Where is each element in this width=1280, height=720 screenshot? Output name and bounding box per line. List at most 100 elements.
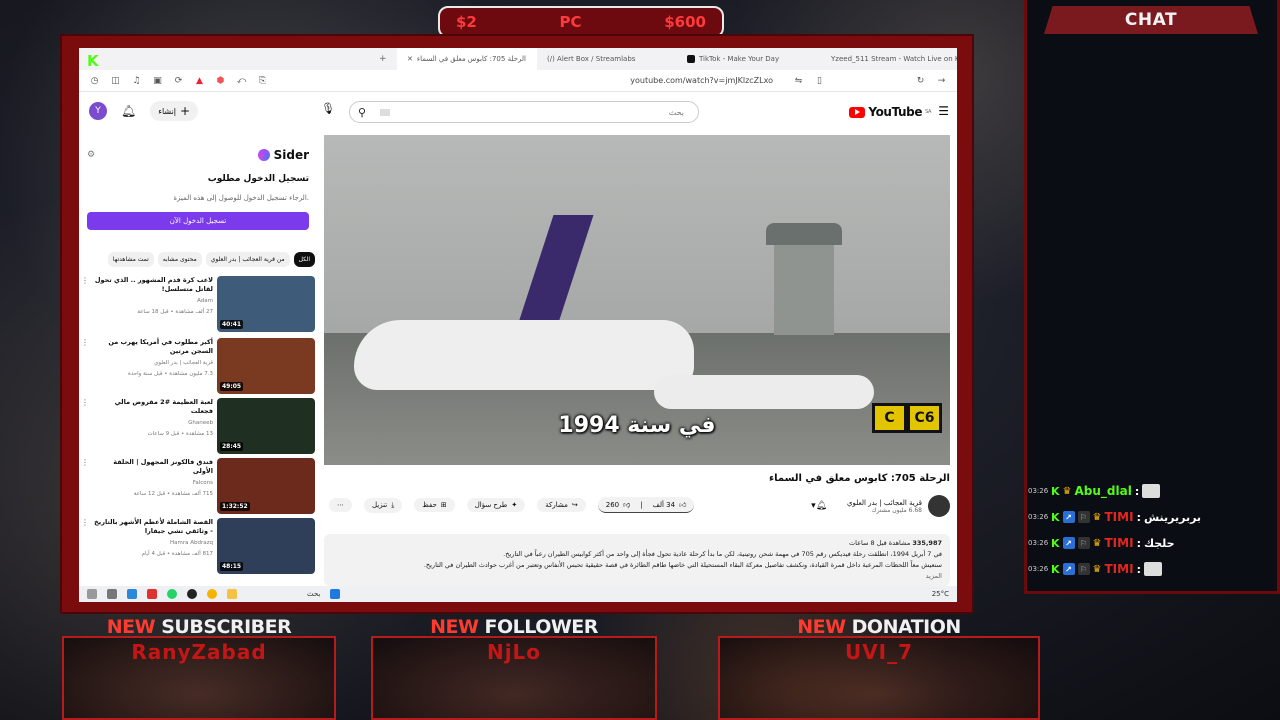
windows-start-icon[interactable] <box>330 589 341 599</box>
search-icon[interactable]: ⚲ <box>358 106 366 119</box>
rec-channel[interactable]: Adam <box>93 297 213 305</box>
download-button[interactable]: ⤓ تنزيل <box>364 497 403 513</box>
taskbar-search[interactable]: بحث <box>307 590 320 598</box>
rec-channel[interactable]: Hamra Abdrazq <box>93 539 213 547</box>
microphone-icon[interactable]: 🎙︎ <box>321 102 339 120</box>
translate-icon[interactable]: ⤺ <box>236 75 247 86</box>
search-bar[interactable]: ⚲ بحث <box>349 101 699 123</box>
sider-login-button[interactable]: تسجيل الدخول الآن <box>87 212 309 230</box>
chip-similar[interactable]: محتوى مشابه <box>157 252 202 267</box>
more-options-icon[interactable]: ⋮ <box>81 276 89 332</box>
bell-icon[interactable]: 🔔︎ <box>121 104 136 118</box>
rec-channel[interactable]: Falcons <box>93 479 213 487</box>
share-button[interactable]: ↪ مشاركة <box>537 498 586 512</box>
dislike-icon[interactable]: 👎︎ <box>623 500 630 509</box>
chat-username[interactable]: TIMI <box>1105 562 1134 576</box>
more-options-icon[interactable]: ⋮ <box>81 458 89 514</box>
description-more[interactable]: المزيد <box>332 571 942 582</box>
music-icon[interactable]: ♫ <box>131 75 142 86</box>
like-icon[interactable]: 👍︎ <box>679 500 686 509</box>
chat-username[interactable]: Abu_dlal <box>1075 484 1132 498</box>
screenshot-icon[interactable]: ▣ <box>152 75 163 86</box>
video-thumbnail[interactable]: 48:15 <box>217 518 315 574</box>
sub-badge-icon: ⚐ <box>1077 563 1090 575</box>
hamburger-menu-icon[interactable]: ☰ <box>938 104 949 118</box>
tab-youtube[interactable]: ✕ الرحلة 705: كابوس معلق في السماء <box>397 48 537 70</box>
bookmark-page-icon[interactable]: ▯ <box>814 75 825 86</box>
list-item[interactable]: 1:32:52 فندق فالكونز المجهول | الحلقة ال… <box>81 458 315 514</box>
chip-all[interactable]: الكل <box>293 252 315 267</box>
chip-channel[interactable]: من قرية العجائب | بدر العلوي <box>205 252 290 267</box>
crown-icon: ♛ <box>1092 537 1102 549</box>
whatsapp-icon[interactable] <box>167 589 177 599</box>
tab-streamlabs[interactable]: (/) Alert Box / Streamlabs <box>537 48 677 70</box>
dislike-count[interactable]: 260 <box>606 501 619 509</box>
url-field[interactable]: youtube.com/watch?v=jmJKlzcZLxo <box>278 76 783 85</box>
tab-tiktok[interactable]: TikTok - Make Your Day <box>677 48 817 70</box>
share-page-icon[interactable]: ⎘ <box>257 75 268 86</box>
search-input[interactable]: بحث <box>390 108 690 117</box>
alert-name: NjLo <box>486 640 542 664</box>
chat-username[interactable]: TIMI <box>1105 536 1134 550</box>
video-thumbnail[interactable]: 49:05 <box>217 338 315 394</box>
close-icon[interactable]: ✕ <box>407 55 413 63</box>
chat-username[interactable]: TIMI <box>1105 510 1134 524</box>
description-box[interactable]: 335,987 مشاهدة قبل 8 ساعات في 7 أبريل 19… <box>324 534 950 586</box>
rec-title[interactable]: أكبر مطلوب في أمريكا يهرب من السجن مرتين <box>93 338 213 356</box>
back-icon[interactable]: → <box>936 75 947 86</box>
brave-icon[interactable] <box>147 589 157 599</box>
alert-name: UVI_7 <box>844 640 914 664</box>
bookmark-icon[interactable]: ◫ <box>110 75 121 86</box>
channel-avatar[interactable] <box>928 495 950 517</box>
chip-watched[interactable]: تمت مشاهدتها <box>107 252 154 267</box>
youtube-logo[interactable]: YouTube SA <box>849 105 931 119</box>
rec-title[interactable]: لاعب كرة قدم المشهور .. الذي تحول لقاتل … <box>93 276 213 294</box>
emote-icon <box>1143 562 1162 576</box>
sync-icon[interactable]: ⟳ <box>173 75 184 86</box>
new-tab-icon[interactable]: + <box>379 54 387 64</box>
rec-title[interactable]: فندق فالكونز المجهول | الحلقة الأولى <box>93 458 213 476</box>
chat-messages: 03:26 K ♛ Abu_dlal : 03:26 K ↗ ⚐ ♛ TIMI … <box>1028 478 1272 588</box>
rec-title[interactable]: لعبة العظيمة #2 مقروض مالي فجعلت <box>93 398 213 416</box>
notification-bell-icon[interactable]: 🔔︎▾ <box>811 501 827 511</box>
more-options-icon[interactable]: ⋮ <box>81 398 89 454</box>
more-options-icon[interactable]: ⋮ <box>81 338 89 394</box>
video-thumbnail[interactable]: 28:45 <box>217 398 315 454</box>
rec-channel[interactable]: قرية العجائب | بدر العلوي <box>93 359 213 367</box>
extension-icon[interactable]: ◷ <box>89 75 100 86</box>
tune-icon[interactable]: ⇋ <box>793 75 804 86</box>
rec-channel[interactable]: Ghaneeb <box>93 419 213 427</box>
video-thumbnail[interactable]: 40:41 <box>217 276 315 332</box>
video-thumbnail[interactable]: 1:32:52 <box>217 458 315 514</box>
chrome-icon[interactable] <box>207 589 217 599</box>
obs-icon[interactable] <box>187 589 197 599</box>
reload-icon[interactable]: ↻ <box>915 75 926 86</box>
app-icon[interactable] <box>127 589 137 599</box>
list-item[interactable]: 28:45 لعبة العظيمة #2 مقروض مالي فجعلت Gh… <box>81 398 315 454</box>
system-tray-icon[interactable] <box>87 589 97 599</box>
like-count[interactable]: 34 ألف <box>653 501 675 509</box>
video-player[interactable]: C C6 في سنة 1994 <box>324 135 950 465</box>
share-icon: ↪ <box>571 501 578 509</box>
folder-icon[interactable] <box>227 589 237 599</box>
save-button[interactable]: ⊞ حفظ <box>414 498 455 512</box>
plane <box>354 320 694 390</box>
brave-shield-icon[interactable]: ⬢ <box>215 75 226 86</box>
rec-title[interactable]: القصة الشاملة لأعظم الأشهر بالتاريخ - وث… <box>93 518 213 536</box>
ask-button[interactable]: ✦ طرح سؤال <box>466 498 526 512</box>
list-item[interactable]: 49:05 أكبر مطلوب في أمريكا يهرب من السجن… <box>81 338 315 394</box>
list-item[interactable]: 48:15 القصة الشاملة لأعظم الأشهر بالتاري… <box>81 518 315 574</box>
keyboard-icon[interactable] <box>380 108 391 116</box>
settings-icon[interactable]: ⚙ <box>87 150 95 160</box>
network-icon[interactable] <box>107 589 117 599</box>
create-button[interactable]: إنشاء + <box>150 101 199 121</box>
list-item[interactable]: 40:41 لاعب كرة قدم المشهور .. الذي تحول … <box>81 276 315 332</box>
alert-icon[interactable]: ▲ <box>194 75 205 86</box>
channel-name[interactable]: قرية العجائب | بدر العلوي <box>847 499 922 507</box>
youtube-header: Y 🔔︎ إنشاء + 🎙︎ ⚲ بحث YouTube SA ☰ <box>79 92 957 130</box>
more-options-icon[interactable]: ⋮ <box>81 518 89 574</box>
avatar[interactable]: Y <box>89 102 107 120</box>
tab-kick[interactable]: Yzeed_511 Stream - Watch Live on K <box>817 48 957 70</box>
more-actions-button[interactable]: ⋯ <box>329 498 352 512</box>
kick-badge-icon: K <box>1051 562 1060 576</box>
